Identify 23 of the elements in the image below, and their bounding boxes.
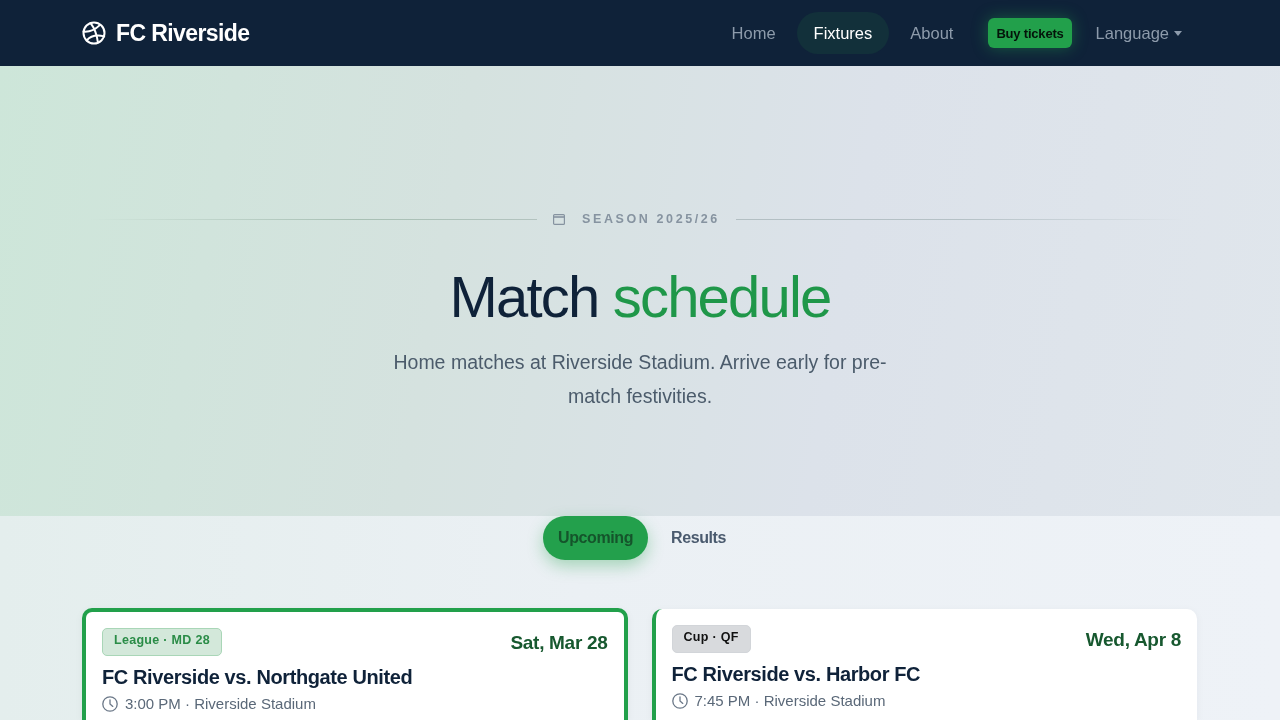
brand-name: FC Riverside — [116, 19, 250, 47]
page-title: Match schedule — [449, 263, 831, 331]
buy-tickets-button[interactable]: Buy tickets — [988, 18, 1072, 48]
page-subtitle: Home matches at Riverside Stadium. Arrive early for pre-match festivities. — [392, 350, 888, 409]
competition-badge: Cup · QF — [671, 625, 751, 653]
match-title: FC Riverside vs. Northgate United — [102, 666, 414, 689]
ball-icon — [82, 21, 106, 45]
clock-icon — [671, 692, 688, 709]
competition-badge: League · MD 28 — [102, 628, 222, 656]
match-date: Wed, Apr 8 — [1085, 629, 1181, 651]
language-dropdown[interactable]: Language — [1089, 23, 1198, 43]
match-time-venue: 3:00 PM · Riverside Stadium — [125, 695, 316, 712]
match-title: FC Riverside vs. Harbor FC — [671, 663, 922, 686]
season-label: SEASON 2025/26 — [582, 212, 720, 226]
nav-link[interactable]: Fixtures — [796, 12, 890, 54]
calendar-icon — [553, 213, 566, 225]
match-time-venue: 7:45 PM · Riverside Stadium — [694, 692, 886, 709]
nav-link[interactable]: Home — [714, 12, 793, 54]
clock-icon — [102, 695, 118, 712]
tab[interactable]: Results — [656, 516, 741, 560]
match-date: Sat, Mar 28 — [510, 632, 608, 654]
caret-icon — [1174, 30, 1182, 36]
nav-link[interactable]: About — [893, 12, 971, 54]
